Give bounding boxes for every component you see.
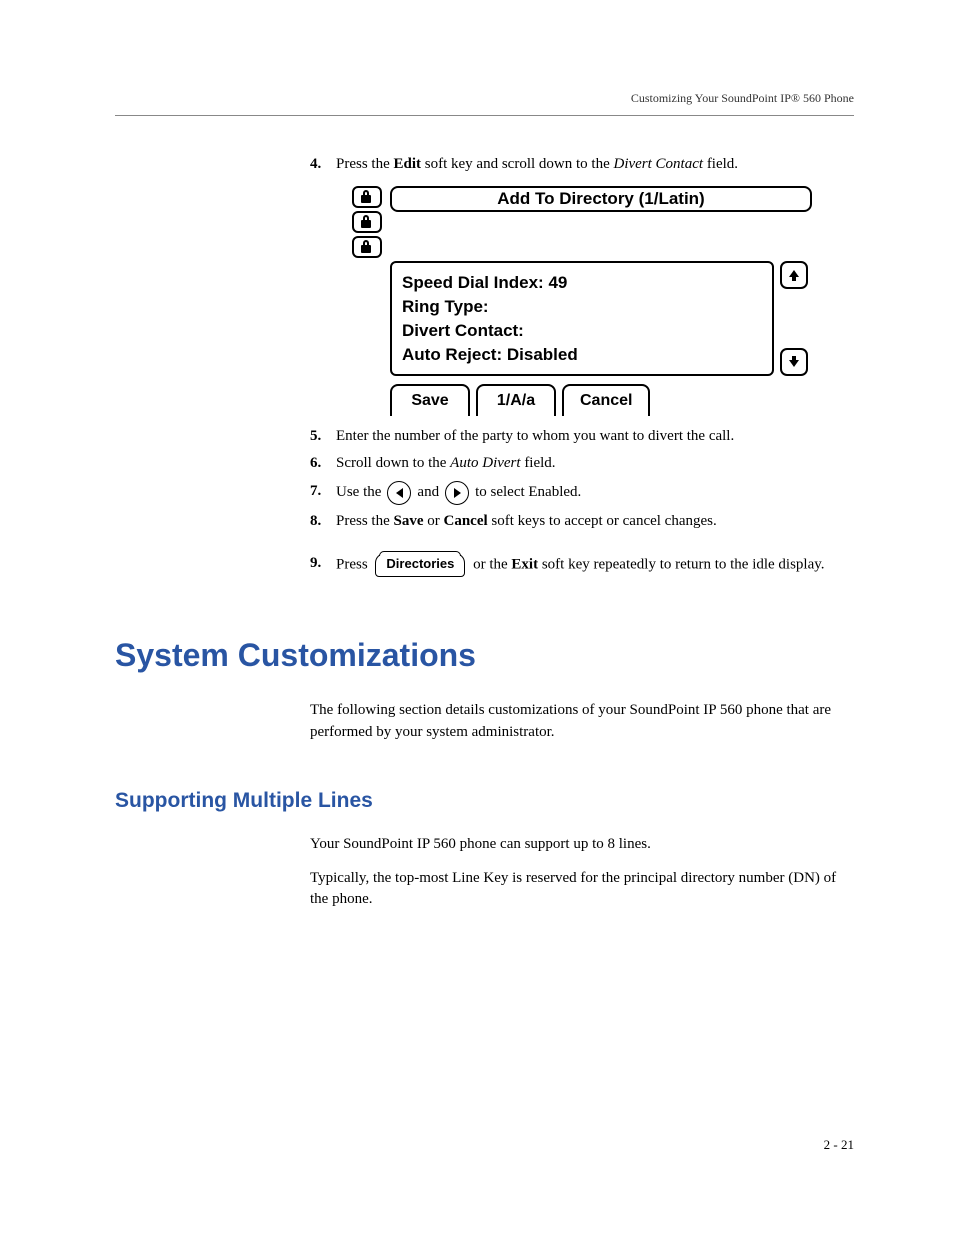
step-text: Press the Edit soft key and scroll down … bbox=[336, 154, 854, 176]
text: soft key repeatedly to return to the idl… bbox=[538, 556, 824, 572]
phone-screen-title: Add To Directory (1/Latin) bbox=[390, 186, 812, 212]
running-head: Customizing Your SoundPoint IP® 560 Phon… bbox=[115, 90, 854, 107]
phone-line-icon bbox=[352, 186, 382, 208]
text: soft key and scroll down to the bbox=[421, 156, 613, 172]
step-5: 5. Enter the number of the party to whom… bbox=[310, 426, 854, 448]
step-9: 9. Press Directories or the Exit soft ke… bbox=[310, 553, 854, 577]
bold-text: Edit bbox=[394, 156, 422, 172]
page-number: 2 - 21 bbox=[824, 1136, 854, 1155]
scroll-down-icon bbox=[780, 348, 808, 376]
step-text: Use the and to select Enabled. bbox=[336, 481, 854, 505]
step-text: Enter the number of the party to whom yo… bbox=[336, 426, 854, 448]
text: Use the bbox=[336, 482, 381, 504]
field-label: Auto Reject: bbox=[402, 345, 502, 364]
step-text: Scroll down to the Auto Divert field. bbox=[336, 453, 854, 475]
text: and bbox=[417, 482, 439, 504]
text: Scroll down to the bbox=[336, 455, 450, 471]
header-rule bbox=[115, 115, 854, 116]
phone-line-icon bbox=[352, 211, 382, 233]
bold-text: Exit bbox=[511, 556, 538, 572]
text: or the bbox=[473, 556, 511, 572]
softkey-cancel: Cancel bbox=[562, 384, 650, 415]
section-heading-system-customizations: System Customizations bbox=[115, 632, 854, 678]
directories-key-icon: Directories bbox=[375, 553, 465, 577]
field-label: Speed Dial Index: bbox=[402, 273, 544, 292]
step-number: 6. bbox=[310, 453, 336, 475]
text: to select Enabled. bbox=[475, 482, 581, 504]
body-paragraph: The following section details customizat… bbox=[310, 700, 854, 744]
subsection-heading-multiple-lines: Supporting Multiple Lines bbox=[115, 786, 854, 816]
body-paragraph: Your SoundPoint IP 560 phone can support… bbox=[310, 834, 854, 856]
italic-text: Divert Contact bbox=[613, 156, 703, 172]
step-number: 7. bbox=[310, 481, 336, 503]
text: field. bbox=[521, 455, 556, 471]
text: Press the bbox=[336, 513, 394, 529]
field-label: Divert Contact: bbox=[402, 319, 762, 343]
step-8: 8. Press the Save or Cancel soft keys to… bbox=[310, 511, 854, 533]
scroll-up-icon bbox=[780, 261, 808, 289]
italic-text: Auto Divert bbox=[450, 455, 520, 471]
phone-screen-illustration: Add To Directory (1/Latin) Speed Dial In… bbox=[352, 186, 812, 415]
body-paragraph: Typically, the top-most Line Key is rese… bbox=[310, 868, 854, 912]
step-4: 4. Press the Edit soft key and scroll do… bbox=[310, 154, 854, 176]
field-value: Disabled bbox=[507, 345, 578, 364]
text: Press the bbox=[336, 156, 394, 172]
softkey-save: Save bbox=[390, 384, 470, 415]
step-number: 8. bbox=[310, 511, 336, 533]
bold-text: Cancel bbox=[444, 513, 488, 529]
phone-screen-body: Speed Dial Index: 49 Ring Type: Divert C… bbox=[390, 261, 774, 376]
softkey-mode: 1/A/a bbox=[476, 384, 556, 415]
text: or bbox=[424, 513, 444, 529]
field-value: 49 bbox=[548, 273, 567, 292]
right-arrow-icon bbox=[445, 481, 469, 505]
phone-line-icon bbox=[352, 236, 382, 258]
field-label: Ring Type: bbox=[402, 295, 762, 319]
step-number: 4. bbox=[310, 154, 336, 176]
step-6: 6. Scroll down to the Auto Divert field. bbox=[310, 453, 854, 475]
text: field. bbox=[703, 156, 738, 172]
step-number: 9. bbox=[310, 553, 336, 575]
step-text: Press Directories or the Exit soft key r… bbox=[336, 553, 854, 577]
bold-text: Save bbox=[394, 513, 424, 529]
text: Press bbox=[336, 556, 371, 572]
step-number: 5. bbox=[310, 426, 336, 448]
left-arrow-icon bbox=[387, 481, 411, 505]
step-text: Press the Save or Cancel soft keys to ac… bbox=[336, 511, 854, 533]
step-7: 7. Use the and to select Enabled. bbox=[310, 481, 854, 505]
text: soft keys to accept or cancel changes. bbox=[488, 513, 717, 529]
